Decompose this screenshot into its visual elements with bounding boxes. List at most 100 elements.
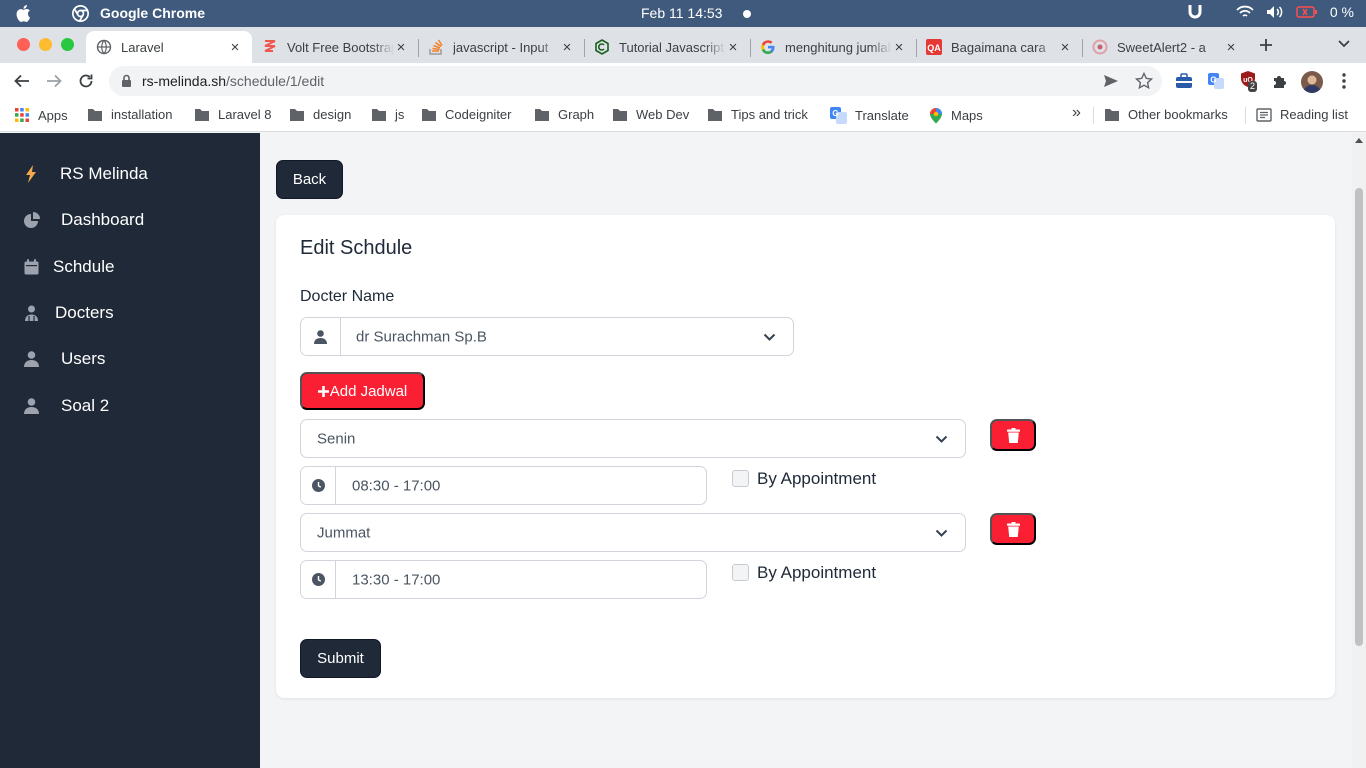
- bookmark-folder-laravel8[interactable]: Laravel 8: [194, 107, 271, 122]
- bookmark-maps[interactable]: Maps: [929, 107, 983, 124]
- sweetalert-icon: [1092, 39, 1108, 55]
- user-doctor-icon: [22, 304, 40, 322]
- bookmark-translate[interactable]: G Translate: [830, 107, 909, 124]
- tab-laravel[interactable]: Laravel ×: [86, 31, 252, 63]
- day-select-value: Jummat: [317, 524, 371, 541]
- sidebar-item-soal2[interactable]: Soal 2: [0, 388, 260, 424]
- bookmark-folder-js[interactable]: js: [371, 107, 404, 122]
- day-select[interactable]: Jummat: [300, 513, 966, 552]
- address-bar[interactable]: rs-melinda.sh/schedule/1/edit: [109, 66, 1162, 96]
- bookmarks-overflow-chevron[interactable]: »: [1072, 104, 1081, 122]
- volume-icon[interactable]: [1266, 5, 1284, 19]
- google-icon: [760, 39, 776, 55]
- codepolitan-icon: [594, 39, 610, 55]
- sidebar-item-schdule[interactable]: Schdule: [0, 249, 260, 285]
- address-url[interactable]: rs-melinda.sh/schedule/1/edit: [142, 73, 324, 89]
- folder-icon: [535, 108, 549, 121]
- time-range-input[interactable]: 08:30 - 17:00: [300, 466, 707, 505]
- macos-menu-bar: Google Chrome Feb 11 14:53 0 %: [0, 0, 1366, 27]
- bookmark-label: js: [395, 107, 405, 122]
- bookmark-folder-codeigniter[interactable]: Codeigniter: [421, 107, 512, 122]
- close-tab-icon[interactable]: ×: [726, 39, 740, 56]
- close-tab-icon[interactable]: ×: [394, 39, 408, 56]
- delete-schedule-button[interactable]: [990, 419, 1036, 451]
- submit-button[interactable]: Submit: [300, 639, 381, 678]
- lock-icon[interactable]: [121, 74, 132, 88]
- delete-schedule-button[interactable]: [990, 513, 1036, 545]
- close-tab-icon[interactable]: ×: [1224, 39, 1238, 56]
- tab-search-chevron-icon[interactable]: [1337, 39, 1351, 49]
- bookmark-folder-tips[interactable]: Tips and trick: [707, 107, 808, 122]
- scroll-up-arrow-icon[interactable]: [1355, 137, 1363, 143]
- new-tab-icon[interactable]: [1258, 37, 1274, 53]
- battery-percentage[interactable]: 0 %: [1330, 4, 1354, 20]
- back-button[interactable]: Back: [276, 160, 343, 199]
- sidebar-brand[interactable]: RS Melinda: [0, 156, 260, 192]
- folder-icon: [613, 108, 627, 121]
- reading-list-button[interactable]: Reading list: [1256, 107, 1348, 122]
- time-range-value: 08:30 - 17:00: [352, 477, 441, 494]
- edit-schedule-card: Edit Schdule Docter Name dr Surachman Sp…: [276, 215, 1335, 698]
- time-range-input[interactable]: 13:30 - 17:00: [300, 560, 707, 599]
- user-icon: [22, 350, 40, 368]
- send-tab-icon[interactable]: [1102, 72, 1120, 90]
- tab-sweetalert[interactable]: SweetAlert2 - a ×: [1082, 31, 1248, 63]
- tab-qa[interactable]: QA Bagaimana cara ×: [916, 31, 1082, 63]
- bookmark-folder-design[interactable]: design: [289, 107, 351, 122]
- profile-avatar[interactable]: [1301, 71, 1323, 93]
- active-app-name[interactable]: Google Chrome: [100, 5, 205, 21]
- bookmarks-bar: Apps installation Laravel 8 design js Co…: [0, 99, 1366, 132]
- magnet-icon[interactable]: [1188, 4, 1202, 20]
- page-scrollbar[interactable]: [1352, 133, 1366, 768]
- tab-codepolitan[interactable]: Tutorial Javascript ×: [584, 31, 750, 63]
- sidebar-item-dashboard[interactable]: Dashboard: [0, 202, 260, 238]
- wifi-icon[interactable]: [1236, 5, 1254, 19]
- tab-title: SweetAlert2 - a: [1117, 39, 1206, 55]
- maximize-window-icon[interactable]: [61, 38, 74, 51]
- apple-icon[interactable]: [15, 4, 31, 22]
- doctor-select[interactable]: dr Surachman Sp.B: [300, 317, 794, 356]
- close-tab-icon[interactable]: ×: [560, 39, 574, 56]
- minimize-window-icon[interactable]: [39, 38, 52, 51]
- chevron-down-icon: [935, 435, 948, 443]
- trash-icon: [1006, 521, 1020, 537]
- trash-icon: [1006, 427, 1020, 443]
- by-appointment-checkbox[interactable]: [732, 564, 749, 581]
- add-jadwal-button[interactable]: Add Jadwal: [300, 372, 425, 410]
- close-tab-icon[interactable]: ×: [228, 39, 242, 56]
- extensions-puzzle-icon[interactable]: [1271, 72, 1289, 90]
- close-tab-icon[interactable]: ×: [892, 39, 906, 56]
- by-appointment-checkbox[interactable]: [732, 470, 749, 487]
- battery-icon[interactable]: [1296, 6, 1318, 18]
- bookmark-other-bookmarks[interactable]: Other bookmarks: [1104, 107, 1228, 122]
- tab-volt[interactable]: Volt Free Bootstrap ×: [252, 31, 418, 63]
- ublock-extension-icon[interactable]: uO 2: [1239, 70, 1258, 92]
- menubar-clock[interactable]: Feb 11 14:53: [641, 5, 722, 21]
- tab-title: Tutorial Javascript: [619, 39, 724, 55]
- sidebar-item-docters[interactable]: Docters: [0, 295, 260, 331]
- back-arrow-icon[interactable]: [12, 71, 32, 91]
- folder-icon: [195, 108, 209, 121]
- bookmark-folder-graph[interactable]: Graph: [534, 107, 594, 122]
- day-select-value: Senin: [317, 430, 356, 447]
- bookmark-folder-installation[interactable]: installation: [87, 107, 172, 122]
- address-host: rs-melinda.sh: [142, 73, 227, 89]
- extension-toolbox-icon[interactable]: [1175, 72, 1193, 90]
- bookmark-apps[interactable]: Apps: [14, 107, 68, 123]
- reload-icon[interactable]: [76, 71, 96, 91]
- tab-google[interactable]: menghitung jumlah ×: [750, 31, 916, 63]
- close-window-icon[interactable]: [17, 38, 30, 51]
- forward-arrow-icon[interactable]: [44, 71, 64, 91]
- main-content: Back Edit Schdule Docter Name dr Surachm…: [260, 133, 1352, 768]
- chrome-menu-kebab-icon[interactable]: [1337, 72, 1351, 90]
- bookmarks-separator: [1093, 107, 1094, 124]
- bookmark-star-icon[interactable]: [1135, 72, 1153, 90]
- svg-text:QA: QA: [927, 43, 941, 53]
- day-select[interactable]: Senin: [300, 419, 966, 458]
- close-tab-icon[interactable]: ×: [1058, 39, 1072, 56]
- bookmark-folder-webdev[interactable]: Web Dev: [612, 107, 689, 122]
- scrollbar-thumb[interactable]: [1355, 188, 1363, 646]
- translate-extension-icon[interactable]: G: [1207, 72, 1225, 90]
- tab-stackoverflow[interactable]: javascript - Input ×: [418, 31, 584, 63]
- sidebar-item-users[interactable]: Users: [0, 341, 260, 377]
